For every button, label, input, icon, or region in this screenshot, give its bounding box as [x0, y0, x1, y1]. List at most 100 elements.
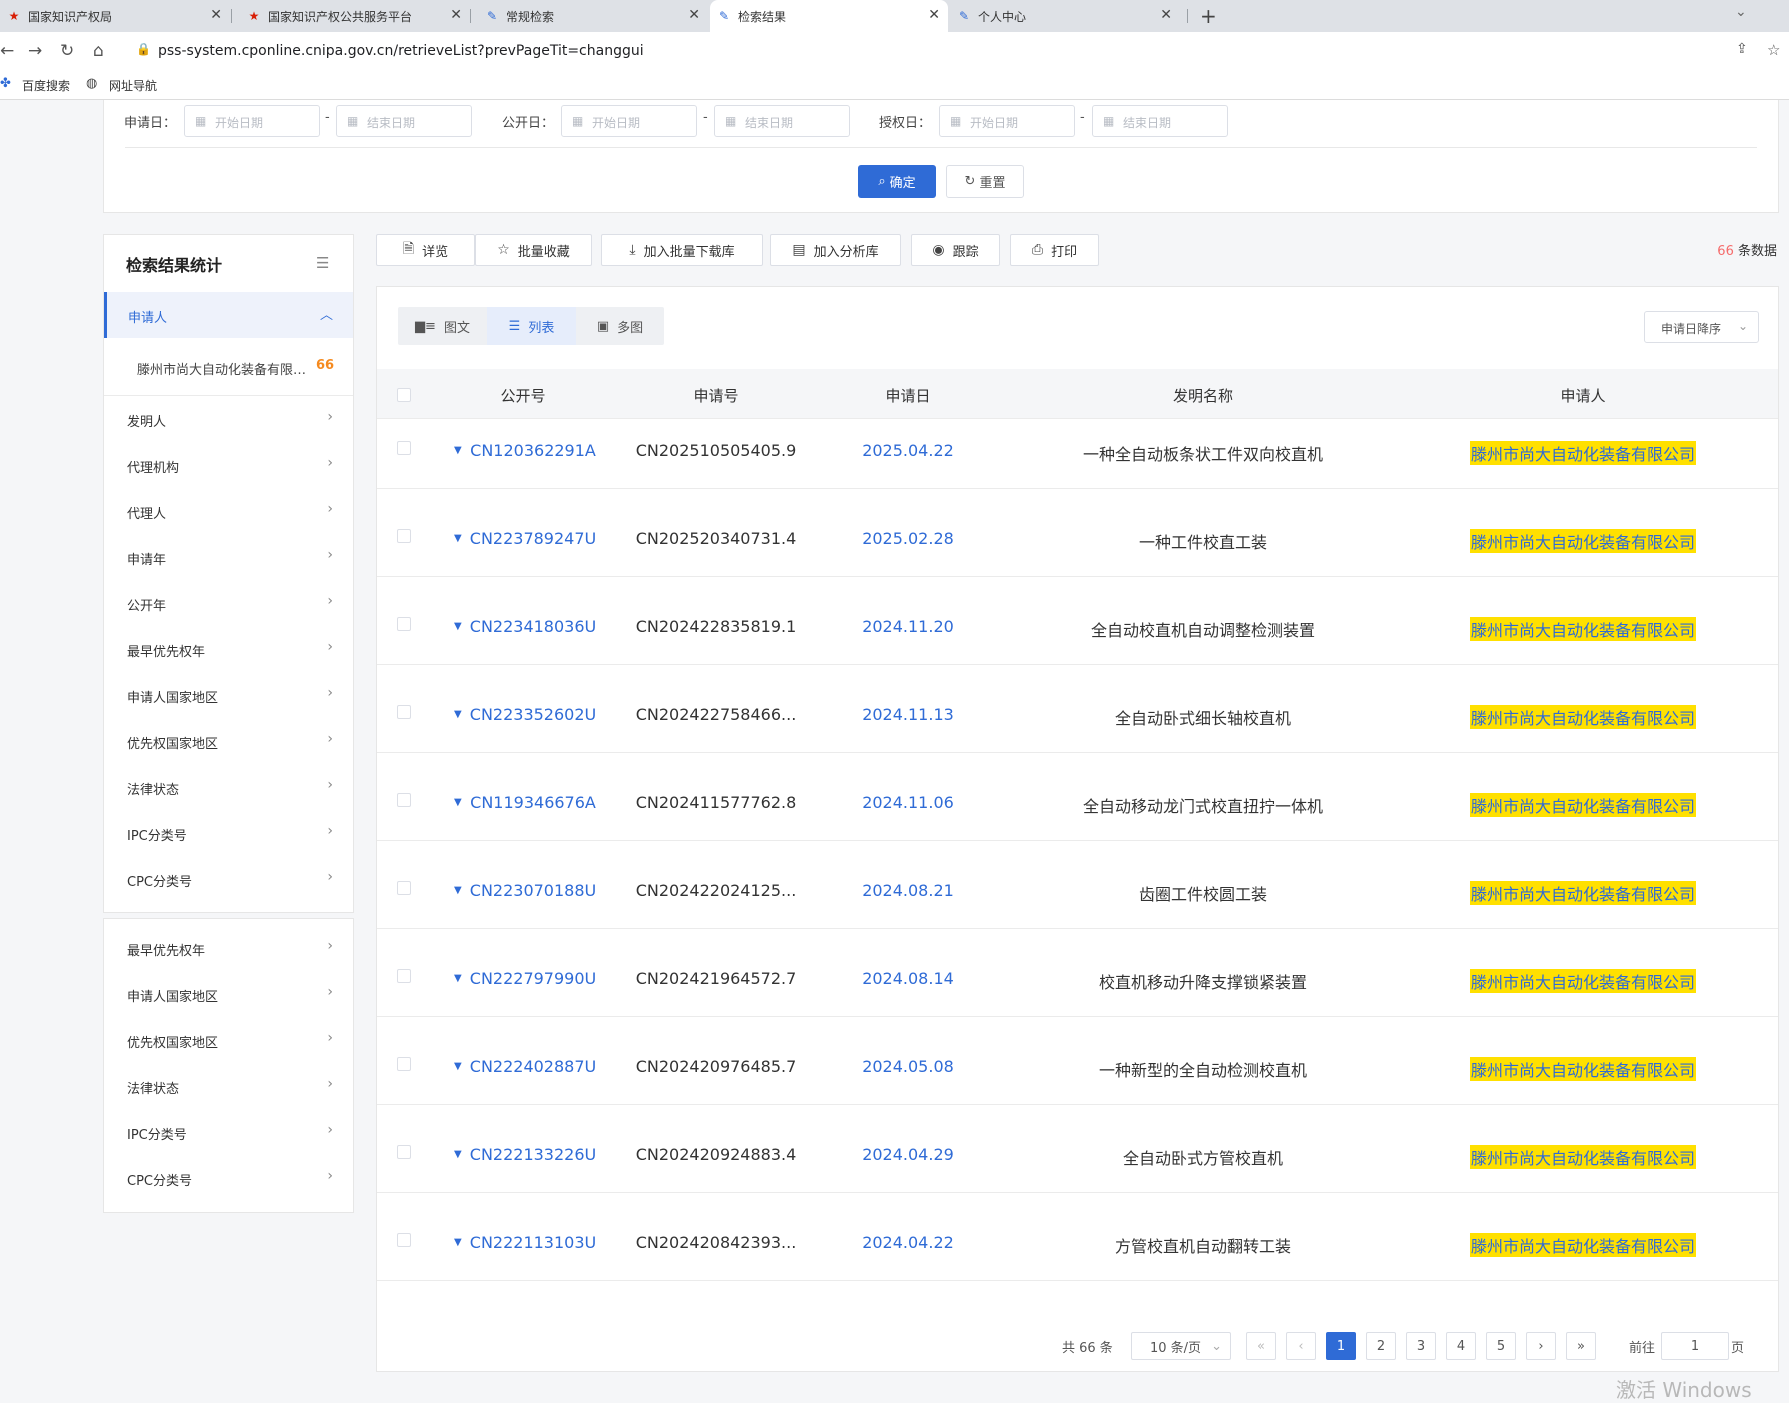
row-checkbox[interactable]	[397, 881, 411, 895]
sidebar-item-cpc[interactable]: CPC分类号 ›	[104, 1159, 353, 1199]
publication-number-link[interactable]: CN222402887U	[470, 1057, 596, 1076]
public-date-start-input[interactable]: ▦ 开始日期	[561, 105, 697, 137]
new-tab-plus-icon[interactable]: +	[1200, 4, 1217, 28]
sidebar-item-public-year[interactable]: 公开年 ›	[104, 584, 353, 624]
caret-down-icon[interactable]: ▼	[454, 1149, 462, 1160]
browser-tab[interactable]: ✎ 个人中心 ✕	[950, 0, 1180, 32]
next-page-icon[interactable]: ›	[1526, 1332, 1556, 1360]
caret-down-icon[interactable]: ▼	[454, 885, 462, 896]
row-checkbox[interactable]	[397, 1057, 411, 1071]
page-number[interactable]: 1	[1326, 1332, 1356, 1360]
sidebar-item-priority-country[interactable]: 优先权国家地区 ›	[104, 722, 353, 762]
bookmark-star-icon[interactable]: ☆	[1767, 41, 1780, 59]
sort-select[interactable]: 申请日降序 ⌄	[1644, 311, 1759, 343]
publication-number-link[interactable]: CN223789247U	[470, 529, 596, 548]
applicant-name-highlighted[interactable]: 滕州市尚大自动化装备有限公司	[1469, 1057, 1697, 1081]
caret-down-icon[interactable]: ▼	[454, 709, 462, 720]
close-icon[interactable]: ✕	[1160, 7, 1172, 23]
select-all-checkbox[interactable]	[397, 388, 411, 402]
sidebar-item-earliest-priority-year[interactable]: 最早优先权年 ›	[104, 630, 353, 670]
page-size-select[interactable]: 10 条/页 ⌄	[1131, 1332, 1231, 1360]
home-icon[interactable]: ⌂	[93, 41, 104, 61]
caret-down-icon[interactable]: ▼	[454, 1237, 462, 1248]
add-download-library-button[interactable]: ⤓ 加入批量下载库	[601, 234, 763, 266]
prev-page-icon[interactable]: ‹	[1286, 1332, 1316, 1360]
page-number[interactable]: 4	[1446, 1332, 1476, 1360]
applicant-name-highlighted[interactable]: 滕州市尚大自动化装备有限公司	[1469, 441, 1697, 465]
tab-multi-image[interactable]: ▣ 多图	[576, 307, 664, 345]
apply-date-start-input[interactable]: ▦ 开始日期	[184, 105, 320, 137]
grant-date-end-input[interactable]: ▦ 结束日期	[1092, 105, 1228, 137]
applicant-name-highlighted[interactable]: 滕州市尚大自动化装备有限公司	[1469, 881, 1697, 905]
applicant-name-highlighted[interactable]: 滕州市尚大自动化装备有限公司	[1469, 1145, 1697, 1169]
close-icon[interactable]: ✕	[450, 7, 462, 23]
row-checkbox[interactable]	[397, 1145, 411, 1159]
caret-down-icon[interactable]: ▼	[454, 973, 462, 984]
browser-tab[interactable]: ✎ 常规检索 ✕	[478, 0, 708, 32]
row-checkbox[interactable]	[397, 617, 411, 631]
sidebar-item-agent[interactable]: 代理人 ›	[104, 492, 353, 532]
last-page-icon[interactable]: »	[1566, 1332, 1596, 1360]
chevron-up-icon[interactable]: ︿	[320, 304, 333, 323]
page-number[interactable]: 3	[1406, 1332, 1436, 1360]
sidebar-item-agency[interactable]: 代理机构 ›	[104, 446, 353, 486]
applicant-name-highlighted[interactable]: 滕州市尚大自动化装备有限公司	[1469, 617, 1697, 641]
publication-number-link[interactable]: CN120362291A	[470, 441, 596, 460]
applicant-name-highlighted[interactable]: 滕州市尚大自动化装备有限公司	[1469, 705, 1697, 729]
row-checkbox[interactable]	[397, 529, 411, 543]
applicant-name-highlighted[interactable]: 滕州市尚大自动化装备有限公司	[1469, 529, 1697, 553]
detail-view-button[interactable]: 🗎 详览	[376, 234, 475, 266]
close-icon[interactable]: ✕	[928, 7, 940, 23]
applicant-name-highlighted[interactable]: 滕州市尚大自动化装备有限公司	[1469, 1233, 1697, 1257]
sidebar-item-legal-status[interactable]: 法律状态 ›	[104, 768, 353, 808]
row-checkbox[interactable]	[397, 441, 411, 455]
sidebar-item-cpc[interactable]: CPC分类号 ›	[104, 860, 353, 900]
publication-number-link[interactable]: CN119346676A	[470, 793, 596, 812]
tab-search-chevron-down-icon[interactable]: ⌄	[1735, 4, 1747, 20]
publication-number-link[interactable]: CN222797990U	[470, 969, 596, 988]
row-checkbox[interactable]	[397, 705, 411, 719]
reload-icon[interactable]: ↻	[60, 41, 74, 61]
tab-image-text[interactable]: ▆≡ 图文	[398, 307, 487, 345]
add-analysis-library-button[interactable]: ▤ 加入分析库	[770, 234, 901, 266]
grant-date-start-input[interactable]: ▦ 开始日期	[939, 105, 1075, 137]
applicant-facet-value[interactable]: 滕州市尚大自动化装备有限公司	[137, 359, 307, 378]
row-checkbox[interactable]	[397, 793, 411, 807]
print-button[interactable]: ⎙ 打印	[1010, 234, 1099, 266]
share-icon[interactable]: ⇪	[1736, 41, 1748, 57]
url-field[interactable]: 🔒 pss-system.cponline.cnipa.gov.cn/retri…	[124, 36, 1724, 66]
close-icon[interactable]: ✕	[688, 7, 700, 23]
close-icon[interactable]: ✕	[210, 7, 222, 23]
bookmark-baidu[interactable]: 百度搜索	[22, 77, 70, 94]
bookmark-nav[interactable]: 网址导航	[109, 77, 157, 94]
sidebar-item-applicant-country[interactable]: 申请人国家地区 ›	[104, 975, 353, 1015]
goto-page-input[interactable]: 1	[1661, 1332, 1729, 1360]
publication-number-link[interactable]: CN223070188U	[470, 881, 596, 900]
page-number[interactable]: 2	[1366, 1332, 1396, 1360]
applicant-name-highlighted[interactable]: 滕州市尚大自动化装备有限公司	[1469, 793, 1697, 817]
sidebar-item-inventor[interactable]: 发明人 ›	[104, 400, 353, 440]
publication-number-link[interactable]: CN222113103U	[470, 1233, 596, 1252]
page-number[interactable]: 5	[1486, 1332, 1516, 1360]
reset-button[interactable]: ↻ 重置	[946, 165, 1024, 198]
caret-down-icon[interactable]: ▼	[454, 445, 462, 456]
publication-number-link[interactable]: CN223418036U	[470, 617, 596, 636]
applicant-name-highlighted[interactable]: 滕州市尚大自动化装备有限公司	[1469, 969, 1697, 993]
first-page-icon[interactable]: «	[1246, 1332, 1276, 1360]
sidebar-item-apply-year[interactable]: 申请年 ›	[104, 538, 353, 578]
publication-number-link[interactable]: CN223352602U	[470, 705, 596, 724]
sidebar-item-applicant-country[interactable]: 申请人国家地区 ›	[104, 676, 353, 716]
track-button[interactable]: ◉ 跟踪	[911, 234, 1000, 266]
batch-favorite-button[interactable]: ☆ 批量收藏	[475, 234, 592, 266]
public-date-end-input[interactable]: ▦ 结束日期	[714, 105, 850, 137]
caret-down-icon[interactable]: ▼	[454, 1061, 462, 1072]
browser-tab[interactable]: ★ 国家知识产权局 ✕	[0, 0, 230, 32]
forward-arrow-icon[interactable]: →	[28, 41, 42, 61]
sidebar-item-ipc[interactable]: IPC分类号 ›	[104, 1113, 353, 1153]
sidebar-item-earliest-priority-year[interactable]: 最早优先权年 ›	[104, 929, 353, 969]
browser-tab-active[interactable]: ✎ 检索结果 ✕	[710, 0, 948, 32]
sidebar-item-ipc[interactable]: IPC分类号 ›	[104, 814, 353, 854]
caret-down-icon[interactable]: ▼	[454, 621, 462, 632]
publication-number-link[interactable]: CN222133226U	[470, 1145, 596, 1164]
caret-down-icon[interactable]: ▼	[454, 533, 462, 544]
